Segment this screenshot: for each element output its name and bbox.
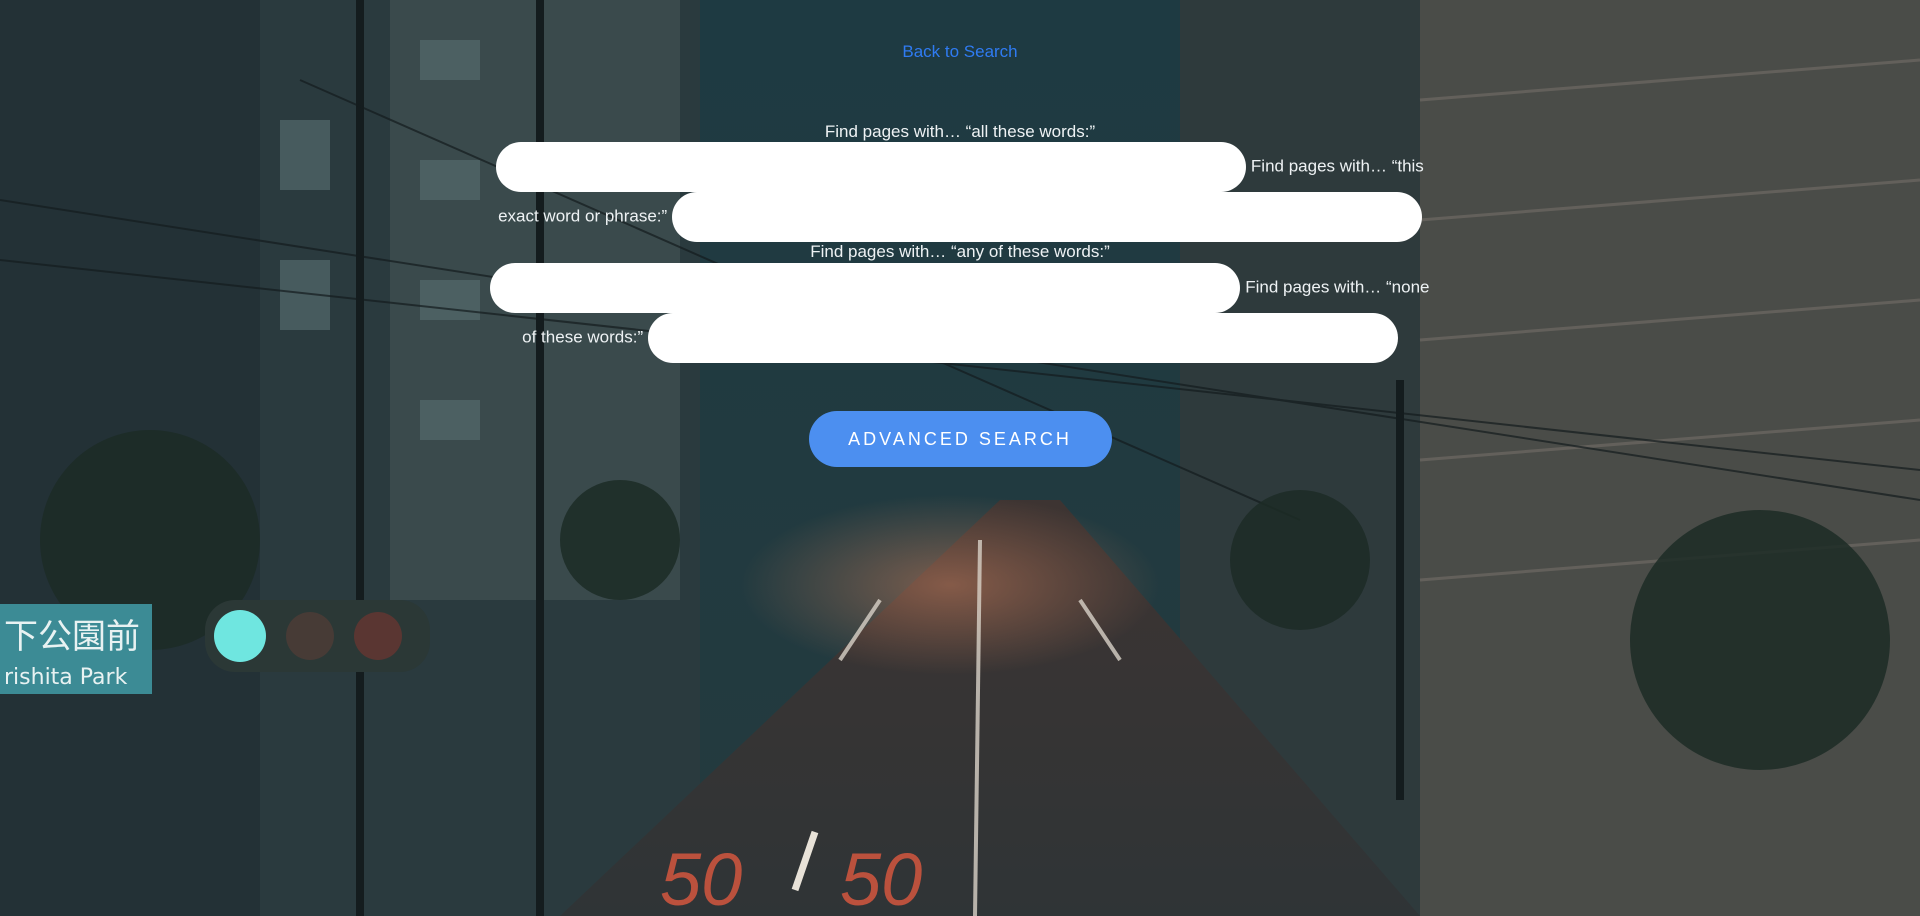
none-words-input[interactable]: [647, 312, 1398, 363]
sign-text: 下公園前: [4, 617, 140, 657]
exact-phrase-input[interactable]: [671, 192, 1422, 243]
any-words-label: Find pages with… “any of these words:”: [810, 242, 1110, 262]
all-words-input[interactable]: [496, 142, 1247, 193]
all-words-label: Find pages with… “all these words:”: [824, 122, 1096, 141]
back-to-search-link[interactable]: Back to Search: [0, 42, 1920, 62]
road-marking-left: 50: [660, 838, 742, 916]
advanced-search-button[interactable]: ADVANCED SEARCH: [808, 411, 1112, 467]
submit-row: ADVANCED SEARCH: [0, 411, 1920, 467]
sign-subtext: rishita Park: [4, 665, 128, 690]
advanced-search-form: Find pages with… “all these words:” Find…: [490, 122, 1430, 363]
road-marking-right: 50: [840, 838, 922, 916]
any-words-input[interactable]: [490, 262, 1241, 313]
